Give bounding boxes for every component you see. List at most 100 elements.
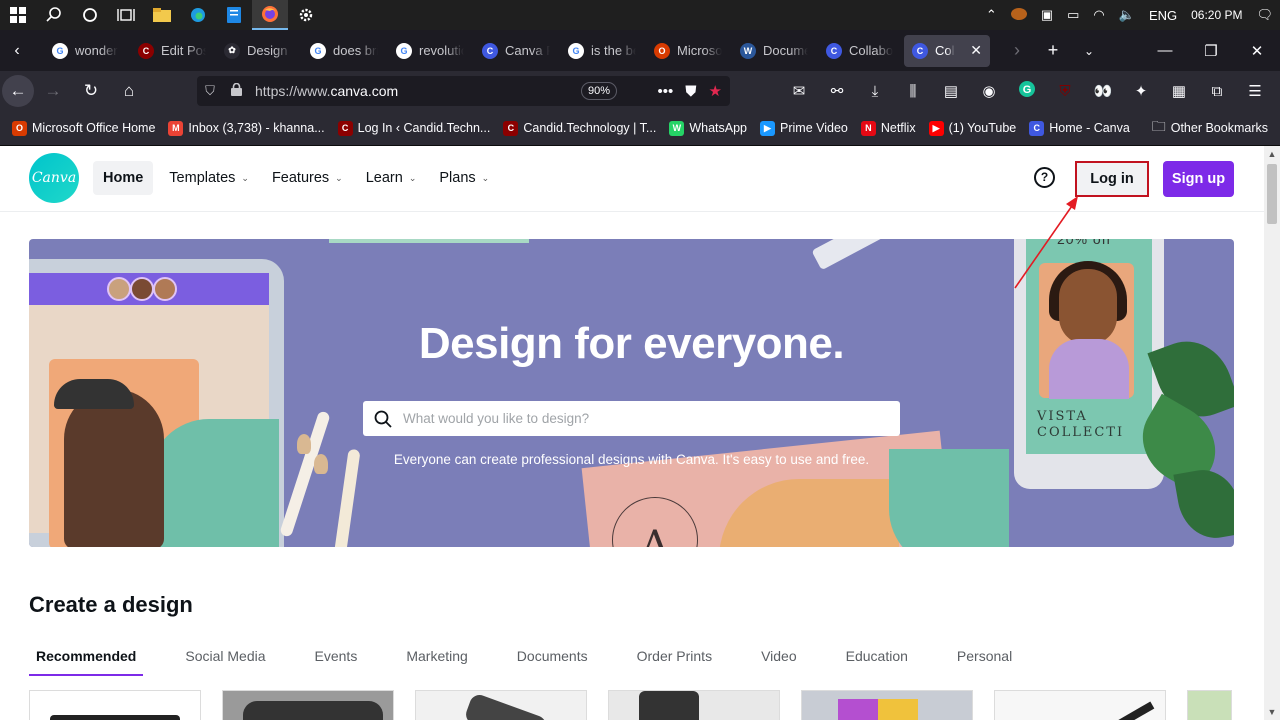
page-actions-icon[interactable]: ••• bbox=[658, 83, 674, 100]
language-indicator[interactable]: ENG bbox=[1142, 8, 1184, 23]
battery-icon[interactable]: ▭ bbox=[1060, 7, 1086, 23]
close-tab-icon[interactable]: ✕ bbox=[970, 42, 982, 59]
bookmark-item[interactable]: C Home - Canva bbox=[1029, 120, 1130, 136]
help-icon[interactable]: ? bbox=[1034, 167, 1055, 188]
cortana-icon[interactable] bbox=[72, 0, 108, 30]
browser-tab[interactable]: Gdoes bri bbox=[302, 35, 386, 67]
clock[interactable]: 06:20 PM bbox=[1184, 8, 1249, 22]
extension-paw-icon[interactable]: ✦ bbox=[1122, 82, 1160, 100]
minimize-icon[interactable]: — bbox=[1142, 42, 1188, 60]
browser-tab[interactable]: W Docume bbox=[732, 35, 816, 67]
design-thumbnail[interactable] bbox=[222, 690, 394, 720]
bookmark-item[interactable]: M Inbox (3,738) - khanna... bbox=[168, 120, 325, 136]
grammarly-icon[interactable]: G bbox=[1008, 80, 1046, 102]
page-scrollbar[interactable]: ▲ ▼ bbox=[1264, 146, 1280, 720]
back-icon[interactable]: ← bbox=[2, 75, 34, 107]
reload-icon[interactable]: ↻ bbox=[72, 75, 110, 107]
browser-tab[interactable]: ✿ Design s bbox=[216, 35, 300, 67]
bookmark-item[interactable]: C Candid.Technology | T... bbox=[503, 120, 656, 136]
other-bookmarks[interactable]: 🗀 Other Bookmarks bbox=[1152, 116, 1268, 140]
bookmark-item[interactable]: ▶ Prime Video bbox=[760, 120, 848, 136]
url-text[interactable]: https://www.canva.com bbox=[255, 83, 398, 99]
hero-search-box[interactable] bbox=[363, 401, 900, 436]
design-thumbnail[interactable] bbox=[994, 690, 1166, 720]
bookmark-item[interactable]: N Netflix bbox=[860, 120, 916, 136]
nav-plans[interactable]: Plans ⌄ bbox=[429, 161, 499, 195]
shield-icon[interactable]: ⛉ bbox=[197, 83, 223, 99]
browser-tab[interactable]: C Col ✕ bbox=[904, 34, 990, 67]
firefox-icon[interactable] bbox=[252, 0, 288, 30]
bookmark-item[interactable]: ▶ (1) YouTube bbox=[928, 120, 1016, 136]
windows-start-icon[interactable] bbox=[0, 0, 36, 30]
category-tab[interactable]: Personal bbox=[950, 644, 1012, 676]
private-mask-icon[interactable]: ⚯ bbox=[818, 82, 856, 100]
tab-list-chevron-icon[interactable]: ⌄ bbox=[1071, 44, 1107, 58]
browser-tab[interactable]: Gis the be bbox=[560, 35, 644, 67]
design-thumbnail[interactable] bbox=[29, 690, 201, 720]
volume-icon[interactable]: 🔈 bbox=[1112, 7, 1142, 23]
url-bar[interactable]: ⛉ https://www.canva.com 90% ••• ⛊ ★ bbox=[197, 76, 730, 106]
home-icon[interactable]: ⌂ bbox=[110, 75, 148, 107]
category-tab[interactable]: Video bbox=[754, 644, 797, 676]
canva-logo[interactable]: Canva bbox=[29, 153, 79, 203]
maximize-icon[interactable]: ❐ bbox=[1188, 42, 1234, 60]
design-thumbnail[interactable] bbox=[608, 690, 780, 720]
file-explorer-icon[interactable] bbox=[144, 0, 180, 30]
category-tab[interactable]: Order Prints bbox=[630, 644, 712, 676]
extensions-puzzle-icon[interactable]: ⧉ bbox=[1198, 83, 1236, 100]
tray-app-icon[interactable] bbox=[1004, 7, 1034, 24]
tab-scroll-left-icon[interactable]: ‹ bbox=[0, 30, 34, 71]
browser-tab[interactable]: Gwonder bbox=[44, 35, 128, 67]
bookmark-item[interactable]: C Log In ‹ Candid.Techn... bbox=[337, 120, 490, 136]
task-view-icon[interactable] bbox=[108, 0, 144, 30]
pocket-icon[interactable]: ⛊ bbox=[685, 83, 696, 100]
wifi-icon[interactable]: ◠ bbox=[1086, 7, 1111, 23]
category-tab[interactable]: Documents bbox=[510, 644, 588, 676]
tab-scroll-right-icon[interactable]: › bbox=[999, 40, 1035, 61]
nav-features[interactable]: Features ⌄ bbox=[262, 161, 353, 195]
browser-tab[interactable]: O Microso bbox=[646, 35, 730, 67]
signup-button[interactable]: Sign up bbox=[1163, 161, 1234, 197]
design-thumbnail[interactable] bbox=[801, 690, 973, 720]
download-icon[interactable]: ⤓ bbox=[856, 83, 894, 100]
bookmark-item[interactable]: O Microsoft Office Home bbox=[12, 120, 155, 136]
category-tab[interactable]: Events bbox=[308, 644, 358, 676]
extension-grid-icon[interactable]: ▦ bbox=[1160, 82, 1198, 100]
notes-app-icon[interactable] bbox=[216, 0, 252, 30]
reader-view-icon[interactable]: ▤ bbox=[932, 82, 970, 100]
mail-icon[interactable]: ✉ bbox=[780, 82, 818, 100]
forward-icon[interactable]: → bbox=[34, 75, 72, 107]
nav-home[interactable]: Home bbox=[93, 161, 154, 195]
menu-hamburger-icon[interactable]: ☰ bbox=[1236, 82, 1274, 100]
notification-icon[interactable]: 🗨 bbox=[1249, 7, 1280, 23]
search-icon[interactable] bbox=[36, 0, 72, 30]
tray-monitor-icon[interactable]: ▣ bbox=[1034, 7, 1060, 23]
category-tab[interactable]: Recommended bbox=[29, 644, 144, 676]
scroll-up-icon[interactable]: ▲ bbox=[1264, 146, 1280, 162]
lock-icon[interactable] bbox=[223, 82, 249, 99]
scroll-down-icon[interactable]: ▼ bbox=[1264, 704, 1280, 720]
chevron-up-icon[interactable]: ⌃ bbox=[979, 7, 1004, 23]
account-icon[interactable]: ◉ bbox=[970, 82, 1008, 100]
browser-tab[interactable]: Grevolutic bbox=[388, 35, 472, 67]
search-input[interactable] bbox=[403, 411, 873, 426]
design-thumbnail[interactable] bbox=[415, 690, 587, 720]
new-tab-icon[interactable]: + bbox=[1035, 40, 1071, 61]
library-icon[interactable]: ⫼ bbox=[894, 83, 932, 100]
nav-learn[interactable]: Learn ⌄ bbox=[356, 161, 427, 195]
settings-gear-icon[interactable] bbox=[288, 0, 324, 30]
nav-templates[interactable]: Templates ⌄ bbox=[159, 161, 259, 195]
browser-tab[interactable]: C Collabo bbox=[818, 35, 902, 67]
category-tab[interactable]: Social Media bbox=[178, 644, 265, 676]
design-thumbnail[interactable] bbox=[1187, 690, 1232, 720]
scroll-thumb[interactable] bbox=[1267, 164, 1277, 224]
category-tab[interactable]: Marketing bbox=[399, 644, 467, 676]
browser-tab[interactable]: C Canva P bbox=[474, 35, 558, 67]
bookmark-item[interactable]: W WhatsApp bbox=[669, 120, 747, 136]
close-window-icon[interactable]: ✕ bbox=[1234, 42, 1280, 60]
extension-eyes-icon[interactable]: 👀 bbox=[1084, 82, 1122, 100]
category-tab[interactable]: Education bbox=[839, 644, 908, 676]
ublock-icon[interactable]: ⛨ bbox=[1046, 83, 1084, 100]
edge-icon[interactable] bbox=[180, 0, 216, 30]
browser-tab[interactable]: C Edit Pos bbox=[130, 35, 214, 67]
